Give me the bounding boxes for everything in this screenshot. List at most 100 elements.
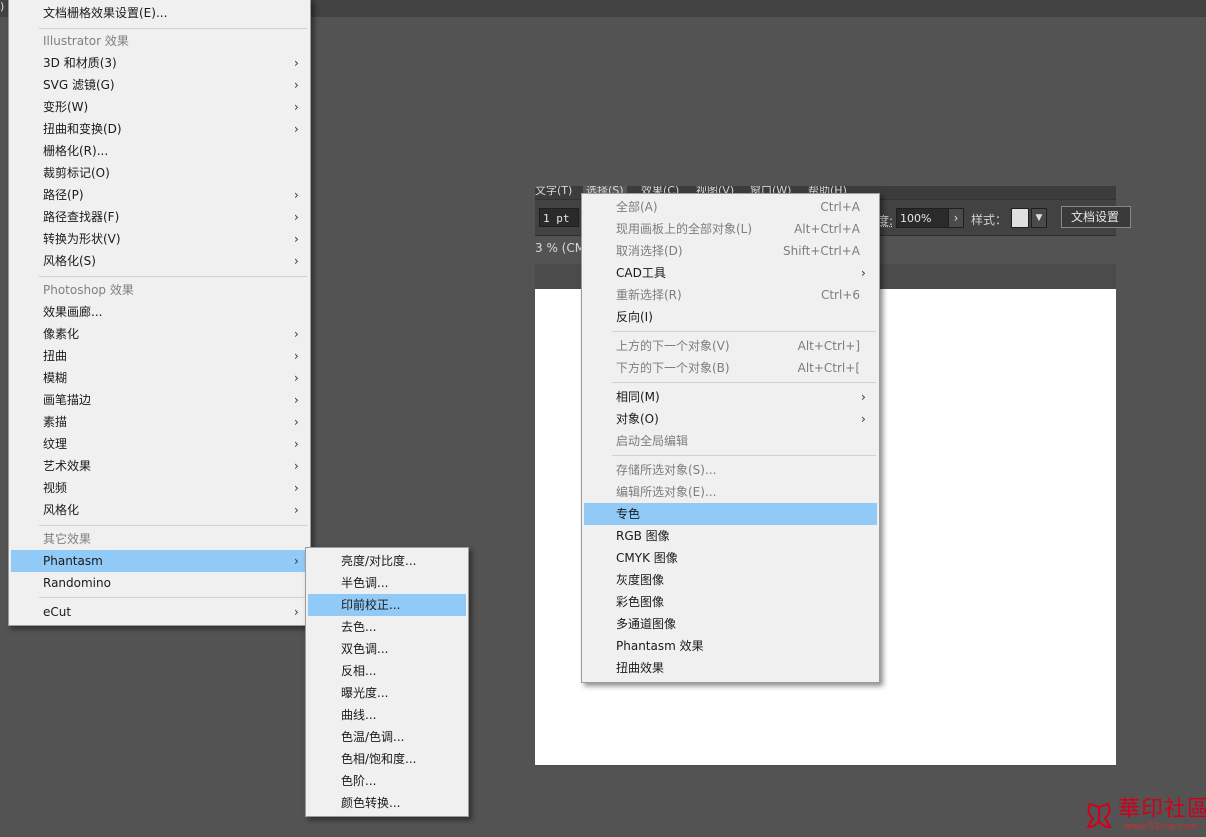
menu-item-phantasm-effects[interactable]: Phantasm 效果	[584, 635, 877, 657]
menu-separator	[39, 525, 307, 526]
menu-item-video[interactable]: 视频 ›	[11, 477, 308, 499]
menu-item-desaturate[interactable]: 去色...	[308, 616, 466, 638]
menu-item-duotone[interactable]: 双色调...	[308, 638, 466, 660]
select-menu: 全部(A) Ctrl+A 现用画板上的全部对象(L) Alt+Ctrl+A 取消选择…	[581, 193, 880, 683]
submenu-arrow-icon: ›	[294, 393, 299, 407]
submenu-arrow-icon: ›	[294, 371, 299, 385]
menu-item-blur[interactable]: 模糊 ›	[11, 367, 308, 389]
menu-item-distort-effects[interactable]: 扭曲效果	[584, 657, 877, 679]
submenu-arrow-icon: ›	[294, 554, 299, 568]
submenu-arrow-icon: ›	[294, 232, 299, 246]
menu-item-artistic[interactable]: 艺术效果 ›	[11, 455, 308, 477]
submenu-arrow-icon: ›	[294, 349, 299, 363]
menu-item-curves[interactable]: 曲线...	[308, 704, 466, 726]
menu-item-cmyk-image[interactable]: CMYK 图像	[584, 547, 877, 569]
document-tab[interactable]: 3 % (CM	[535, 241, 585, 255]
menu-item-ecut[interactable]: eCut ›	[11, 601, 308, 623]
menu-item-cad-tools[interactable]: CAD工具 ›	[584, 262, 877, 284]
menu-item-levels[interactable]: 色阶...	[308, 770, 466, 792]
stroke-weight-field[interactable]: 1 pt	[539, 208, 579, 227]
menu-item-randomino[interactable]: Randomino	[11, 572, 308, 594]
menu-item-stylize-ps[interactable]: 风格化 ›	[11, 499, 308, 521]
menu-item-warp[interactable]: 变形(W) ›	[11, 96, 308, 118]
menu-item-pixelate[interactable]: 像素化 ›	[11, 323, 308, 345]
menu-item-distort[interactable]: 扭曲 ›	[11, 345, 308, 367]
menu-item-rasterize[interactable]: 栅格化(R)...	[11, 140, 308, 162]
menubar-text[interactable]: 文字(T)	[535, 186, 572, 198]
watermark-title: 華印社區	[1118, 797, 1206, 822]
menu-separator	[612, 331, 876, 332]
menu-item-reselect[interactable]: 重新选择(R) Ctrl+6	[584, 284, 877, 306]
menu-item-document-raster-settings[interactable]: 文档栅格效果设置(E)...	[11, 2, 308, 24]
photoshop-effects-header: Photoshop 效果	[43, 283, 134, 297]
menu-item-stylize[interactable]: 风格化(S) ›	[11, 250, 308, 272]
submenu-arrow-icon: ›	[294, 327, 299, 341]
menu-item-temperature-tint[interactable]: 色温/色调...	[308, 726, 466, 748]
menu-separator	[612, 455, 876, 456]
submenu-arrow-icon: ›	[294, 254, 299, 268]
style-swatch[interactable]	[1011, 208, 1029, 228]
submenu-arrow-icon: ›	[294, 415, 299, 429]
menu-item-distort-transform[interactable]: 扭曲和变换(D) ›	[11, 118, 308, 140]
edge-glyph: )	[0, 0, 5, 13]
menu-item-sketch[interactable]: 素描 ›	[11, 411, 308, 433]
menu-item-brush-strokes[interactable]: 画笔描边 ›	[11, 389, 308, 411]
menu-item-color-convert[interactable]: 颜色转换...	[308, 792, 466, 814]
menu-item-next-object-below[interactable]: 下方的下一个对象(B) Alt+Ctrl+[	[584, 357, 877, 379]
submenu-arrow-icon: ›	[294, 188, 299, 202]
submenu-arrow-icon: ›	[294, 122, 299, 136]
menu-item-deselect[interactable]: 取消选择(D) Shift+Ctrl+A	[584, 240, 877, 262]
style-label: 样式：	[971, 213, 1008, 227]
menu-item-pathfinder[interactable]: 路径查找器(F) ›	[11, 206, 308, 228]
submenu-arrow-icon: ›	[294, 56, 299, 70]
phantasm-submenu: 亮度/对比度... 半色调... 印前校正... 去色... 双色调... 反相…	[305, 547, 469, 817]
submenu-arrow-icon: ›	[294, 437, 299, 451]
menu-item-select-all[interactable]: 全部(A) Ctrl+A	[584, 196, 877, 218]
menu-item-grayscale-image[interactable]: 灰度图像	[584, 569, 877, 591]
opacity-field[interactable]: 100%	[896, 208, 952, 228]
menu-item-save-selection[interactable]: 存储所选对象(S)...	[584, 459, 877, 481]
menu-item-texture[interactable]: 纹理 ›	[11, 433, 308, 455]
menu-item-multichannel-image[interactable]: 多通道图像	[584, 613, 877, 635]
chevron-right-icon[interactable]: ›	[948, 208, 964, 228]
menu-item-prepress-correction[interactable]: 印前校正...	[308, 594, 466, 616]
menu-item-brightness-contrast[interactable]: 亮度/对比度...	[308, 550, 466, 572]
other-effects-header: 其它效果	[43, 532, 92, 546]
document-setup-button[interactable]: 文档设置	[1061, 206, 1131, 228]
menu-item-inverse[interactable]: 反向(I)	[584, 306, 877, 328]
menu-item-spot-color[interactable]: 专色	[584, 503, 877, 525]
menu-separator	[39, 276, 307, 277]
menu-item-path[interactable]: 路径(P) ›	[11, 184, 308, 206]
menu-item-same[interactable]: 相同(M) ›	[584, 386, 877, 408]
menu-item-convert-to-shape[interactable]: 转换为形状(V) ›	[11, 228, 308, 250]
menu-item-crop-marks[interactable]: 裁剪标记(O)	[11, 162, 308, 184]
menu-item-effect-gallery[interactable]: 效果画廊...	[11, 301, 308, 323]
menu-item-color-image[interactable]: 彩色图像	[584, 591, 877, 613]
submenu-arrow-icon: ›	[294, 100, 299, 114]
menu-item-object[interactable]: 对象(O) ›	[584, 408, 877, 430]
watermark: 華印社區 www.52cnp.com	[1080, 795, 1206, 837]
menu-separator	[39, 28, 307, 29]
menu-separator	[612, 382, 876, 383]
submenu-arrow-icon: ›	[861, 266, 866, 280]
menu-item-phantasm[interactable]: Phantasm ›	[11, 550, 308, 572]
menu-item-svg-filters[interactable]: SVG 滤镜(G) ›	[11, 74, 308, 96]
menu-item-hue-saturation[interactable]: 色相/饱和度...	[308, 748, 466, 770]
submenu-arrow-icon: ›	[861, 390, 866, 404]
chevron-down-icon[interactable]: ▼	[1031, 208, 1047, 228]
menu-item-invert[interactable]: 反相...	[308, 660, 466, 682]
menu-item-select-all-on-artboard[interactable]: 现用画板上的全部对象(L) Alt+Ctrl+A	[584, 218, 877, 240]
submenu-arrow-icon: ›	[294, 605, 299, 619]
submenu-arrow-icon: ›	[294, 481, 299, 495]
submenu-arrow-icon: ›	[294, 210, 299, 224]
menu-item-rgb-image[interactable]: RGB 图像	[584, 525, 877, 547]
menu-item-global-edit[interactable]: 启动全局编辑	[584, 430, 877, 452]
menu-item-exposure[interactable]: 曝光度...	[308, 682, 466, 704]
menu-item-3d[interactable]: 3D 和材质(3) ›	[11, 52, 308, 74]
submenu-arrow-icon: ›	[294, 78, 299, 92]
illustrator-effects-header: Illustrator 效果	[43, 34, 129, 48]
submenu-arrow-icon: ›	[294, 459, 299, 473]
menu-item-halftone[interactable]: 半色调...	[308, 572, 466, 594]
menu-item-next-object-above[interactable]: 上方的下一个对象(V) Alt+Ctrl+]	[584, 335, 877, 357]
menu-item-edit-selection[interactable]: 编辑所选对象(E)...	[584, 481, 877, 503]
